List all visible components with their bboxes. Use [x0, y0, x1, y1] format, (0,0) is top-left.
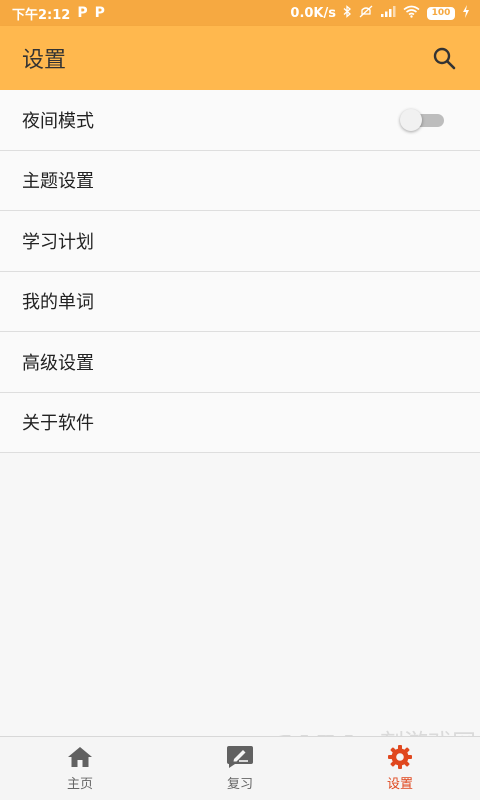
net-speed: 0.0K/s	[290, 5, 336, 21]
signal-icon	[380, 5, 396, 21]
nav-item-settings[interactable]: 设置	[320, 737, 480, 800]
nav-label: 复习	[226, 777, 253, 792]
notification-p-icon: P	[77, 5, 88, 21]
nav-item-review[interactable]: 复习	[160, 737, 320, 800]
status-time: 下午2:12	[12, 7, 71, 23]
settings-item-about[interactable]: 关于软件	[0, 392, 480, 453]
toggle-thumb	[400, 108, 422, 131]
settings-item-label: 夜间模式	[22, 110, 94, 132]
nav-item-home[interactable]: 主页	[0, 737, 160, 800]
bottom-nav: 主页 复习 设置	[0, 736, 480, 800]
settings-list: 夜间模式 主题设置 学习计划 我的单词 高级设置 关于软件	[0, 90, 480, 453]
nav-label: 主页	[66, 777, 93, 792]
nav-label: 设置	[386, 777, 413, 792]
search-icon	[433, 47, 456, 70]
mute-icon	[359, 5, 373, 21]
status-bar: 下午2:12 P P 0.0K/s 100	[0, 0, 480, 26]
wifi-icon	[403, 5, 420, 21]
night-mode-toggle[interactable]	[400, 108, 444, 131]
settings-item-label: 我的单词	[22, 292, 94, 314]
search-button[interactable]	[428, 42, 460, 74]
status-right: 0.0K/s 100	[290, 5, 470, 21]
settings-item-label: 高级设置	[22, 352, 94, 374]
settings-item-label: 关于软件	[22, 413, 94, 435]
settings-item-study-plan[interactable]: 学习计划	[0, 211, 480, 272]
battery-icon: 100	[427, 6, 455, 20]
settings-item-theme[interactable]: 主题设置	[0, 150, 480, 211]
charging-icon	[462, 5, 470, 21]
page-title: 设置	[22, 48, 67, 73]
notification-p-icon: P	[94, 5, 105, 21]
settings-item-my-words[interactable]: 我的单词	[0, 271, 480, 332]
bluetooth-icon	[343, 5, 352, 21]
settings-item-label: 主题设置	[22, 171, 94, 193]
settings-item-advanced[interactable]: 高级设置	[0, 332, 480, 393]
gear-icon	[386, 745, 414, 769]
settings-item-label: 学习计划	[22, 231, 94, 253]
home-icon	[66, 745, 94, 769]
screen: 下午2:12 P P 0.0K/s 100 设置 夜间模式 主题设置 学习计划 …	[0, 0, 480, 800]
app-bar: 设置	[0, 26, 480, 90]
review-icon	[226, 745, 254, 769]
status-left: 下午2:12 P P	[12, 4, 105, 23]
settings-item-night-mode[interactable]: 夜间模式	[0, 90, 480, 151]
